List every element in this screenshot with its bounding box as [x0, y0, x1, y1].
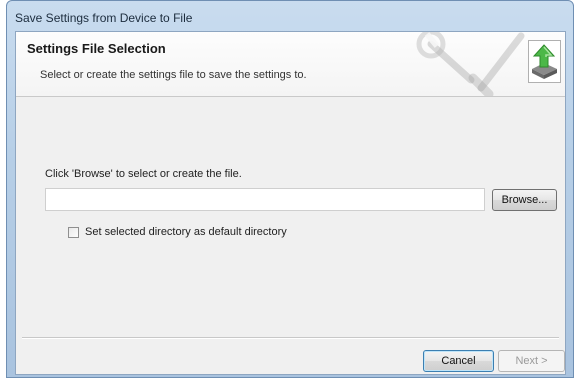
green-up-arrow-icon: [532, 44, 557, 79]
default-directory-checkbox[interactable]: [68, 226, 79, 238]
browse-button[interactable]: Browse...: [492, 189, 557, 211]
next-button[interactable]: Next >: [498, 350, 565, 372]
badge-box: [528, 40, 561, 83]
cancel-button[interactable]: Cancel: [423, 350, 494, 372]
dialog-body: Settings File Selection Select or create…: [15, 31, 566, 375]
window-title: Save Settings from Device to File: [15, 11, 193, 25]
footer-divider: [22, 337, 559, 339]
wrench-screwdriver-icon: [416, 32, 525, 96]
dialog-window: Save Settings from Device to File Settin…: [6, 0, 574, 378]
instruction-text: Click 'Browse' to select or create the f…: [45, 168, 242, 180]
header-banner: Settings File Selection Select or create…: [16, 32, 565, 97]
page-subtitle: Select or create the settings file to sa…: [40, 69, 307, 81]
default-directory-option[interactable]: Set selected directory as default direct…: [68, 224, 287, 240]
page-title: Settings File Selection: [27, 41, 166, 56]
file-path-input[interactable]: [45, 188, 485, 211]
default-directory-label[interactable]: Set selected directory as default direct…: [85, 226, 287, 238]
